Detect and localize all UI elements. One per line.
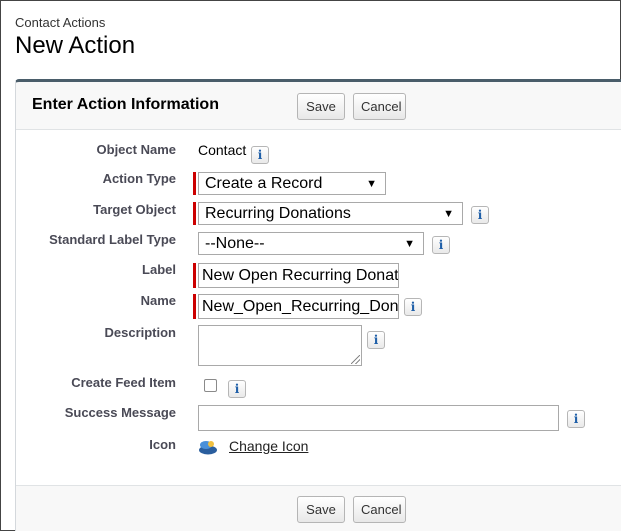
label-required-marker xyxy=(193,263,196,288)
action-type-required-marker xyxy=(193,172,196,195)
description-label: Description xyxy=(104,325,176,340)
page-header: Contact Actions New Action xyxy=(15,15,135,60)
target-object-value: Recurring Donations xyxy=(205,205,351,222)
action-type-select[interactable]: Create a Record ▼ xyxy=(198,172,386,195)
name-input[interactable]: New_Open_Recurring_Donation xyxy=(198,294,399,319)
name-field-label: Name xyxy=(140,293,176,308)
success-message-info-icon[interactable]: i xyxy=(567,410,585,428)
object-name-value: Contact xyxy=(198,142,247,158)
standard-label-type-info-icon[interactable]: i xyxy=(432,236,450,254)
panel-body: Object Name Contact i Action Type Create… xyxy=(16,130,621,485)
success-message-label: Success Message xyxy=(64,405,176,420)
target-object-required-marker xyxy=(193,202,196,225)
chevron-down-icon: ▼ xyxy=(443,208,454,220)
action-image-icon xyxy=(199,441,217,455)
standard-label-type-label: Standard Label Type xyxy=(49,232,176,247)
save-button-bottom[interactable]: Save xyxy=(297,496,345,523)
object-name-info-icon[interactable]: i xyxy=(251,146,269,164)
standard-label-type-select[interactable]: --None-- ▼ xyxy=(198,232,424,255)
success-message-input[interactable] xyxy=(198,405,559,431)
create-feed-item-checkbox[interactable] xyxy=(204,379,217,392)
icon-field-label: Icon xyxy=(149,437,176,452)
action-panel: Enter Action Information Save Cancel Obj… xyxy=(15,79,621,531)
breadcrumb: Contact Actions xyxy=(15,15,106,30)
cancel-button-top[interactable]: Cancel xyxy=(353,93,406,120)
chevron-down-icon: ▼ xyxy=(366,178,377,190)
panel-title: Enter Action Information xyxy=(32,96,219,113)
standard-label-type-value: --None-- xyxy=(205,235,265,252)
create-feed-item-info-icon[interactable]: i xyxy=(228,380,246,398)
target-object-label: Target Object xyxy=(93,202,176,217)
cancel-button-bottom[interactable]: Cancel xyxy=(353,496,406,523)
action-type-label: Action Type xyxy=(102,171,176,186)
page-title: New Action xyxy=(15,32,136,59)
panel-header: Enter Action Information Save Cancel xyxy=(16,82,621,130)
target-object-select[interactable]: Recurring Donations ▼ xyxy=(198,202,463,225)
panel-footer: Save Cancel xyxy=(16,485,621,531)
description-info-icon[interactable]: i xyxy=(367,331,385,349)
action-type-value: Create a Record xyxy=(205,175,323,192)
description-textarea[interactable] xyxy=(198,325,362,366)
save-button-top[interactable]: Save xyxy=(297,93,345,120)
label-input[interactable]: New Open Recurring Donation xyxy=(198,263,399,288)
chevron-down-icon: ▼ xyxy=(404,238,415,250)
create-feed-item-label: Create Feed Item xyxy=(71,375,176,390)
name-info-icon[interactable]: i xyxy=(404,298,422,316)
target-object-info-icon[interactable]: i xyxy=(471,206,489,224)
label-field-label: Label xyxy=(142,262,176,277)
resize-handle-icon[interactable] xyxy=(351,355,360,364)
change-icon-link[interactable]: Change Icon xyxy=(229,438,308,454)
object-name-label: Object Name xyxy=(96,142,176,157)
name-required-marker xyxy=(193,294,196,319)
